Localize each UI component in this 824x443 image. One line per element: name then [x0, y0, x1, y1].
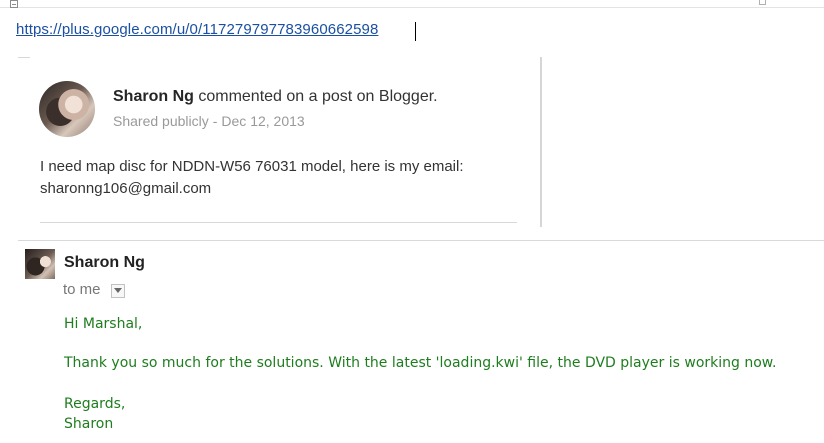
post-body: I need map disc for NDDN-W56 76031 model… — [40, 158, 464, 197]
email-signature: Sharon — [64, 416, 114, 432]
sender-avatar[interactable] — [25, 249, 55, 279]
chevron-down-icon — [114, 288, 122, 293]
post-meta: Shared publicly - Dec 12, 2013 — [113, 113, 305, 129]
gplus-embedded-post: Sharon Ng commented on a post on Blogger… — [18, 57, 542, 227]
email-recipient: to me — [63, 281, 101, 298]
profile-url-link[interactable]: https://plus.google.com/u/0/117279797783… — [16, 21, 378, 38]
email-sender-name[interactable]: Sharon Ng — [64, 254, 145, 272]
email-message: Thank you so much for the solutions. Wit… — [64, 355, 777, 371]
post-author-name[interactable]: Sharon Ng — [113, 88, 194, 105]
table-move-handle[interactable] — [10, 0, 18, 8]
email-divider — [18, 240, 824, 241]
card-border — [540, 57, 542, 227]
text-cursor — [415, 22, 416, 41]
author-avatar[interactable] — [39, 81, 95, 137]
document-canvas: https://plus.google.com/u/0/117279797783… — [0, 0, 824, 443]
post-visibility: Shared publicly — [113, 113, 209, 129]
post-date[interactable]: Dec 12, 2013 — [221, 113, 304, 129]
recipient-details-button[interactable] — [111, 284, 125, 298]
card-divider — [40, 222, 517, 223]
card-divider — [18, 57, 30, 58]
email-greeting: Hi Marshal, — [64, 316, 143, 332]
post-action-text: commented on a post on Blogger. — [198, 88, 438, 105]
meta-separator: - — [212, 113, 218, 129]
email-signoff: Regards, — [64, 396, 126, 412]
page-frame-line — [0, 7, 824, 8]
post-header: Sharon Ng commented on a post on Blogger… — [113, 88, 438, 106]
page-frame-marker — [759, 0, 766, 5]
